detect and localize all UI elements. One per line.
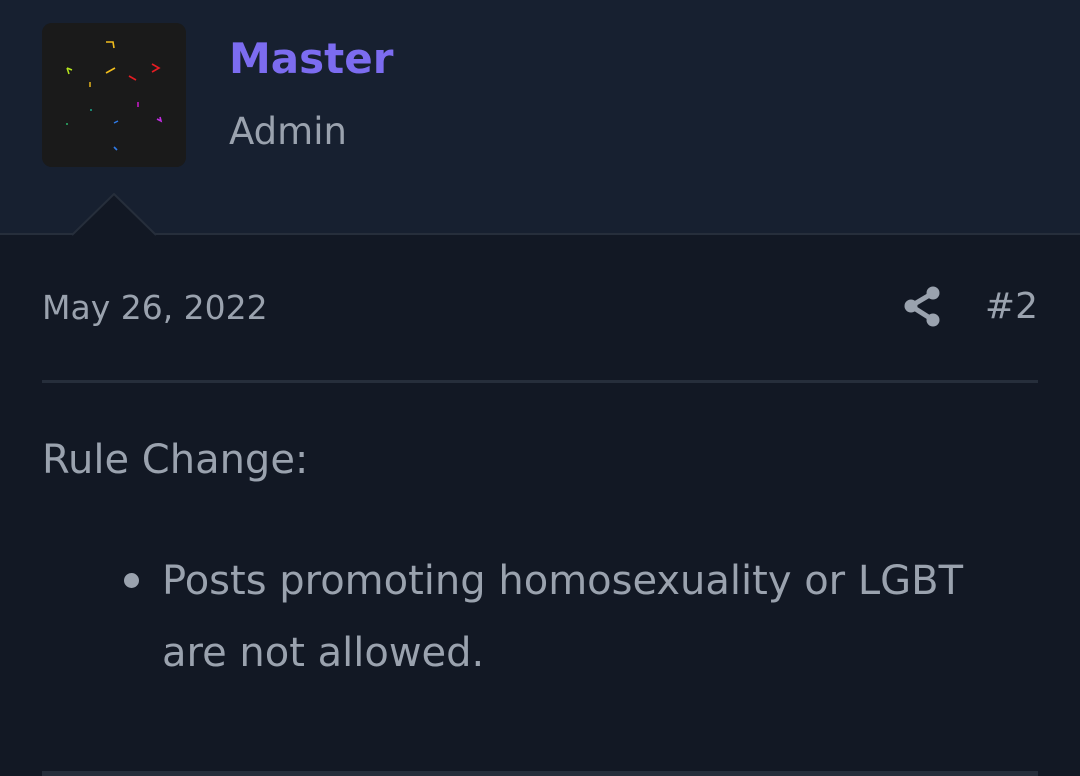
share-button[interactable] bbox=[902, 285, 944, 329]
post-bottom-border bbox=[42, 771, 1038, 776]
header-divider bbox=[42, 380, 1038, 383]
user-title: Admin bbox=[229, 110, 347, 153]
user-avatar[interactable] bbox=[42, 23, 186, 167]
post-user-header: Master Admin bbox=[0, 0, 1080, 236]
username[interactable]: Master bbox=[229, 32, 393, 86]
bullet-icon bbox=[124, 573, 139, 588]
post-arrow-pointer bbox=[72, 193, 156, 236]
rule-list: Posts promoting homosexuality or LGBT ar… bbox=[120, 545, 1020, 689]
avatar-image bbox=[42, 23, 186, 167]
post-date[interactable]: May 26, 2022 bbox=[42, 287, 268, 329]
share-icon bbox=[904, 286, 940, 327]
post-number-link[interactable]: #2 bbox=[978, 286, 1038, 328]
forum-post: Master Admin May 26, 2022 #2 Rule Change… bbox=[0, 0, 1080, 776]
rule-list-item: Posts promoting homosexuality or LGBT ar… bbox=[120, 545, 1020, 689]
rule-heading: Rule Change: bbox=[42, 437, 309, 483]
rule-text: Posts promoting homosexuality or LGBT ar… bbox=[162, 558, 963, 676]
